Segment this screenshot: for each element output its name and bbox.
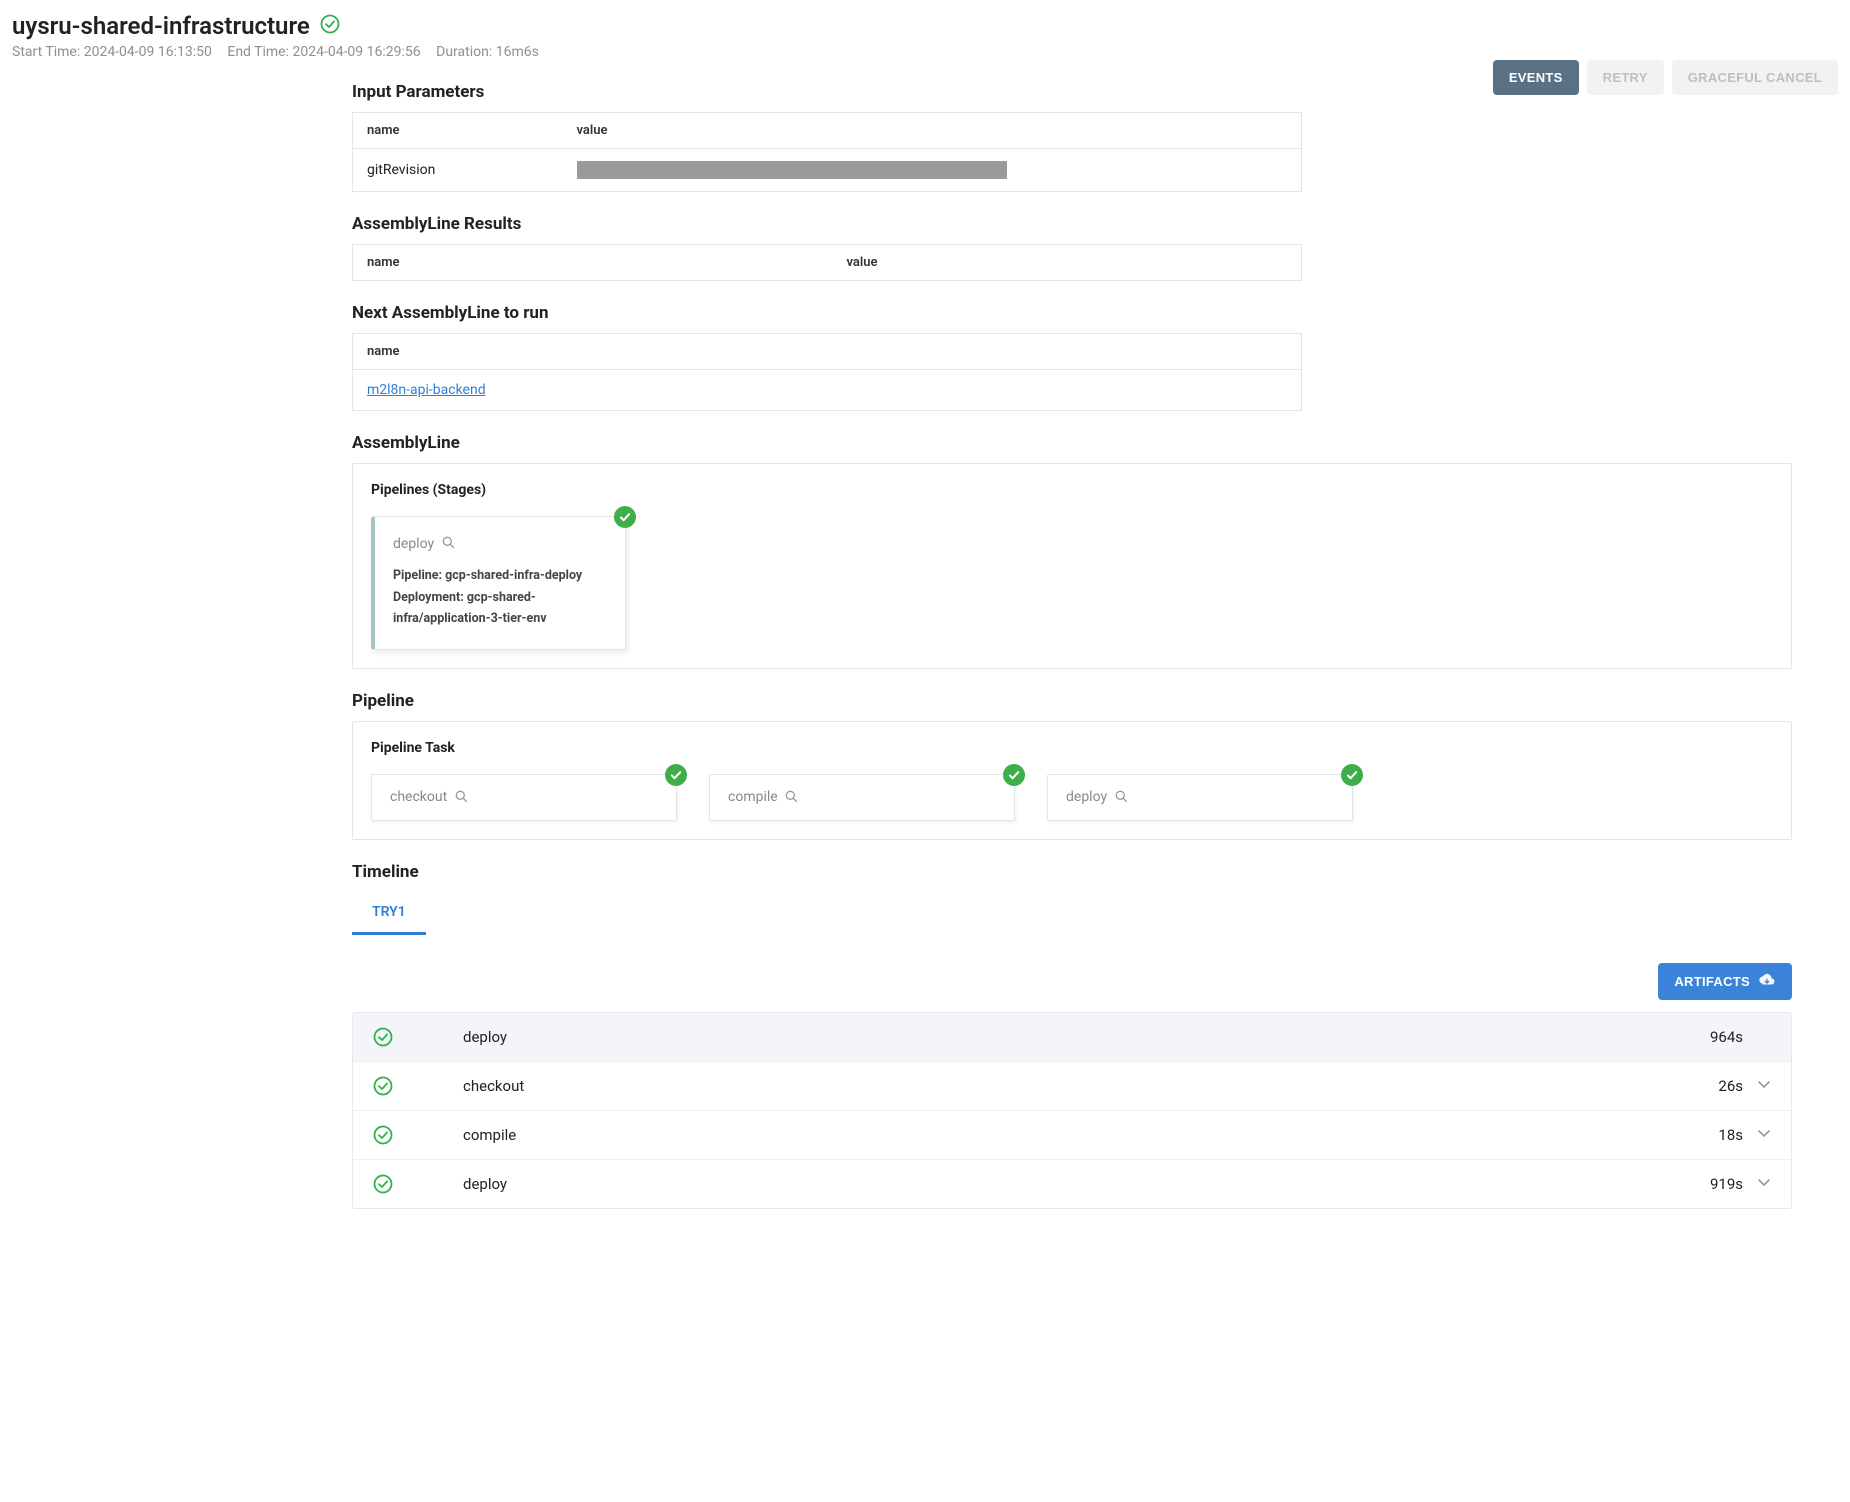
timeline-step-duration: 26s [1663,1077,1743,1095]
stage-name: deploy [393,536,434,552]
section-next-assembly: Next AssemblyLine to run [352,303,1302,323]
next-assembly-table: name m2l8n-api-backend [352,333,1302,411]
page-title: uysru-shared-infrastructure [12,12,310,40]
chevron-down-icon[interactable] [1743,1077,1771,1095]
status-success-icon [665,764,687,786]
task-name: checkout [390,789,447,805]
chevron-down-icon[interactable] [1743,1175,1771,1193]
timeline-row[interactable]: checkout 26s [353,1062,1791,1111]
task-card-deploy[interactable]: deploy [1047,774,1353,820]
status-success-icon [373,1125,443,1145]
task-name: deploy [1066,789,1107,805]
input-params-table: name value gitRevision [352,112,1302,192]
redacted-value [577,161,1007,179]
stage-card-deploy[interactable]: deploy Pipeline: gcp-shared-infra-deploy… [371,516,626,650]
status-success-icon [373,1174,443,1194]
stage-pipeline-label: Pipeline: gcp-shared-infra-deploy [393,565,607,586]
section-pipeline: Pipeline [352,691,1302,711]
pipeline-task-title: Pipeline Task [371,740,1773,756]
section-input-parameters: Input Parameters [352,82,1302,102]
table-row: m2l8n-api-backend [353,370,1302,411]
events-button[interactable]: EVENTS [1493,60,1579,95]
timeline-step-duration: 964s [1663,1028,1743,1046]
status-success-icon [1341,764,1363,786]
magnify-icon[interactable] [455,790,467,806]
section-timeline: Timeline [352,862,1302,882]
artifacts-button[interactable]: ARTIFACTS [1658,963,1792,1000]
chevron-down-icon[interactable] [1743,1126,1771,1144]
status-success-icon [1003,764,1025,786]
status-success-icon [320,14,340,38]
timeline-step-name: deploy [443,1028,1663,1046]
status-success-icon [373,1027,443,1047]
run-meta: Start Time: 2024-04-09 16:13:50 End Time… [12,44,1838,60]
timeline-row[interactable]: deploy 964s [353,1013,1791,1062]
magnify-icon[interactable] [1115,790,1127,806]
next-assembly-link[interactable]: m2l8n-api-backend [367,382,486,398]
timeline-step-name: compile [443,1126,1663,1144]
task-card-compile[interactable]: compile [709,774,1015,820]
timeline-table: deploy 964s checkout 26s compile 18s dep… [352,1012,1792,1209]
timeline-tabs: TRY1 [352,892,1302,935]
section-assembly-results: AssemblyLine Results [352,214,1302,234]
graceful-cancel-button[interactable]: GRACEFUL CANCEL [1672,60,1838,95]
magnify-icon[interactable] [785,790,797,806]
section-assemblyline: AssemblyLine [352,433,1302,453]
timeline-step-duration: 919s [1663,1175,1743,1193]
timeline-step-name: checkout [443,1077,1663,1095]
timeline-row[interactable]: deploy 919s [353,1160,1791,1208]
status-success-icon [373,1076,443,1096]
status-success-icon [614,506,636,528]
assembly-results-table: name value [352,244,1302,281]
task-card-checkout[interactable]: checkout [371,774,677,820]
pipeline-panel: Pipeline Task checkout compile deploy [352,721,1792,839]
retry-button[interactable]: RETRY [1587,60,1664,95]
task-name: compile [728,789,778,805]
timeline-row[interactable]: compile 18s [353,1111,1791,1160]
magnify-icon[interactable] [442,533,454,555]
timeline-step-duration: 18s [1663,1126,1743,1144]
assemblyline-panel: Pipelines (Stages) deploy Pipeline: gcp-… [352,463,1792,669]
table-row: gitRevision [353,149,1302,192]
stage-deployment-label: Deployment: gcp-shared-infra/application… [393,587,607,630]
tab-try1[interactable]: TRY1 [352,892,426,935]
download-cloud-icon [1758,973,1776,990]
timeline-step-name: deploy [443,1175,1663,1193]
pipelines-stages-title: Pipelines (Stages) [371,482,1773,498]
